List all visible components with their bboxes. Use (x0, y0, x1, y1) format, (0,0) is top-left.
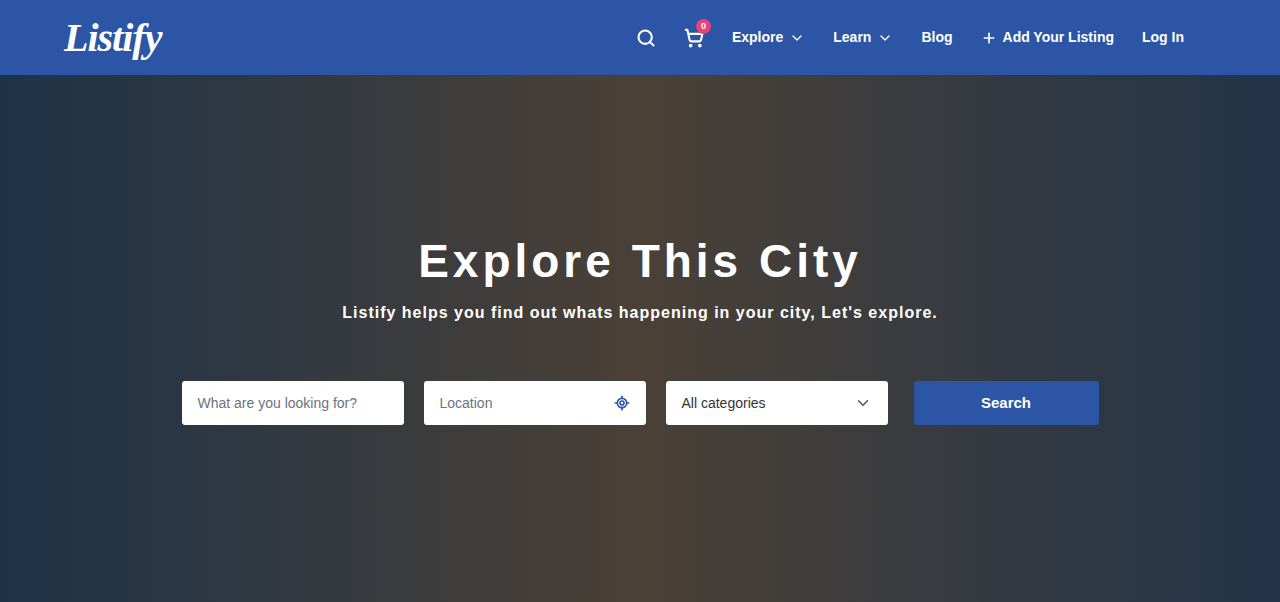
logo[interactable]: Listify (64, 18, 161, 58)
nav-item[interactable]: Blog (921, 27, 952, 48)
category-select[interactable]: All categories (666, 381, 888, 425)
search-button[interactable]: Search (914, 381, 1099, 425)
plus-icon (981, 30, 997, 46)
hero-title: Explore This City (418, 233, 862, 289)
chevron-down-icon (854, 394, 872, 412)
search-icon[interactable] (636, 28, 656, 48)
locate-icon[interactable] (614, 395, 630, 411)
page: Listify 0 Explore Learn Blog Add Your Listing… (0, 0, 1280, 602)
keyword-input[interactable]: What are you looking for? (182, 381, 404, 425)
cart[interactable]: 0 (684, 28, 704, 48)
hero-subtitle: Listify helps you find out whats happeni… (342, 301, 937, 325)
location-input[interactable]: Location (424, 381, 646, 425)
chevron-down-icon (877, 30, 893, 46)
search-bar: What are you looking for? Location All cat… (182, 381, 1099, 425)
nav-item[interactable]: Log In (1142, 27, 1184, 48)
cart-badge: 0 (696, 19, 711, 34)
main-nav: 0 Explore Learn Blog Add Your Listing Log In (636, 27, 1184, 48)
nav-item[interactable]: Add Your Listing (981, 27, 1114, 48)
hero: Explore This City Listify helps you find … (0, 75, 1280, 602)
nav-item[interactable]: Explore (732, 27, 805, 48)
header: Listify 0 Explore Learn Blog Add Your Listing… (0, 0, 1280, 75)
nav-item[interactable]: Learn (833, 27, 893, 48)
chevron-down-icon (789, 30, 805, 46)
